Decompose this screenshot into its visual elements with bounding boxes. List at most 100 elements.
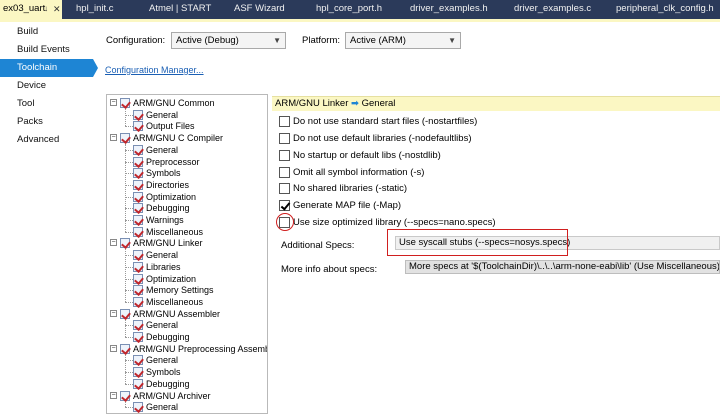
highlight-circle <box>276 213 294 231</box>
chevron-down-icon: ▼ <box>448 36 456 45</box>
tool-settings-tree: − ARM/GNU Common General Output Files − ARM/G… <box>106 94 268 414</box>
more-info-specs-value: More specs at '$(ToolchainDir)\..\..\arm… <box>409 261 720 272</box>
platform-value: Active (ARM) <box>350 35 406 46</box>
checkbox[interactable] <box>279 133 290 144</box>
checkbox[interactable] <box>279 167 290 178</box>
tree-connector <box>125 383 133 385</box>
chevron-down-icon: ▼ <box>273 36 281 45</box>
tree-connector <box>125 249 126 302</box>
tab-driver-examples-h[interactable]: driver_examples.h <box>410 0 488 19</box>
tree-connector <box>125 372 133 374</box>
tree-item-label: General <box>146 320 179 331</box>
option-label: No startup or default libs (-nostdlib) <box>293 150 441 161</box>
arrow-right-icon: ➡ <box>351 98 359 109</box>
tree-item-label: General <box>146 402 179 413</box>
tab-hpl-init-c[interactable]: hpl_init.c <box>76 0 114 19</box>
tab-driver-examples-c[interactable]: driver_examples.c <box>514 0 591 19</box>
tree-connector <box>125 231 133 233</box>
page-settings-icon <box>133 215 143 225</box>
page-settings-icon <box>133 355 143 366</box>
pin-icon[interactable]: ↓ <box>44 0 48 18</box>
tree-item-label: Output Files <box>146 121 195 132</box>
collapse-icon[interactable]: − <box>110 344 117 352</box>
tree-item-label: Debugging <box>146 203 190 214</box>
platform-select[interactable]: Active (ARM) ▼ <box>345 32 461 49</box>
tree-connector <box>125 196 133 198</box>
toolchain-settings-panel: Configuration: Active (Debug) ▼ Platform… <box>98 22 720 414</box>
tree-item-label: Miscellaneous <box>146 226 204 237</box>
tree-connector <box>125 173 133 175</box>
collapse-icon[interactable]: − <box>110 309 117 317</box>
page-settings-icon <box>133 144 143 155</box>
tool-settings-icon <box>120 98 130 108</box>
nav-item-advanced[interactable]: Advanced <box>0 131 95 149</box>
tree-connector <box>125 290 133 292</box>
configuration-select[interactable]: Active (Debug) ▼ <box>171 32 286 49</box>
project-properties-nav: Build Build Events Toolchain Device Tool… <box>0 22 98 414</box>
tree-item-label: Directories <box>146 179 190 190</box>
page-settings-icon <box>133 320 143 331</box>
page-settings-icon <box>133 250 143 261</box>
tree-item-label: General <box>146 250 179 261</box>
tree-item-label: Warnings <box>146 215 184 225</box>
tab-ex03-uart[interactable]: ex03_uart ↓ ✕ <box>0 0 62 19</box>
checkbox[interactable] <box>279 116 290 127</box>
page-settings-icon <box>133 203 143 214</box>
tab-hpl-core-port-h[interactable]: hpl_core_port.h <box>316 0 382 19</box>
more-info-specs-label: More info about specs: <box>281 264 378 275</box>
tab-peripheral-clk-config-h[interactable]: peripheral_clk_config.h <box>616 0 714 19</box>
tool-settings-icon <box>120 343 130 354</box>
nav-item-build[interactable]: Build <box>0 23 95 41</box>
page-settings-icon <box>133 378 143 389</box>
tree-connector <box>125 319 126 337</box>
nav-item-toolchain[interactable]: Toolchain <box>0 59 93 77</box>
nav-item-device[interactable]: Device <box>0 77 95 95</box>
collapse-icon[interactable]: − <box>110 239 117 247</box>
tree-item-label: Memory Settings <box>146 285 214 296</box>
tree-connector <box>125 126 133 128</box>
tree-connector <box>125 360 133 362</box>
nav-item-tool[interactable]: Tool <box>0 95 95 113</box>
page-settings-icon <box>133 121 143 132</box>
checkbox[interactable] <box>279 183 290 194</box>
tree-group-label: ARM/GNU Assembler <box>133 308 221 319</box>
additional-specs-label: Additional Specs: <box>281 240 355 251</box>
configuration-manager-link[interactable]: Configuration Manager... <box>105 65 204 75</box>
more-info-specs-field: More specs at '$(ToolchainDir)\..\..\arm… <box>405 260 720 274</box>
page-settings-icon <box>133 226 143 237</box>
tree-item-label: General <box>146 109 179 120</box>
checkbox[interactable] <box>279 150 290 161</box>
tree-connector <box>125 255 133 257</box>
nav-item-build-events[interactable]: Build Events <box>0 41 95 59</box>
breadcrumb-page: General <box>361 98 396 109</box>
tree-connector <box>125 109 126 127</box>
tree-connector <box>125 325 133 327</box>
tree-connector <box>125 144 126 232</box>
tab-atmel-start[interactable]: Atmel | START <box>149 0 211 19</box>
collapse-icon[interactable]: − <box>110 99 117 106</box>
tree-item-label: Libraries <box>146 261 181 272</box>
tool-settings-icon <box>120 390 130 401</box>
nav-item-packs[interactable]: Packs <box>0 113 95 131</box>
tree-connector <box>125 161 133 163</box>
tab-asf-wizard[interactable]: ASF Wizard <box>234 0 285 19</box>
collapse-icon[interactable]: − <box>110 134 117 142</box>
tree-item-label: Optimization <box>146 191 197 202</box>
collapse-icon[interactable]: − <box>110 391 117 399</box>
tree-item-label: General <box>146 355 179 366</box>
configuration-value: Active (Debug) <box>176 35 239 46</box>
page-settings-icon <box>133 285 143 296</box>
tree-connector <box>125 266 133 268</box>
page-settings-icon <box>133 156 143 167</box>
breadcrumb: ARM/GNU Linker ➡ General <box>272 96 720 111</box>
page-settings-icon <box>133 109 143 120</box>
tree-connector <box>125 114 133 116</box>
option-label: No shared libraries (-static) <box>293 183 408 194</box>
checkbox[interactable] <box>279 200 290 211</box>
close-icon[interactable]: ✕ <box>53 0 61 18</box>
tree-item-label: Preprocessor <box>146 156 200 167</box>
page-settings-icon <box>133 332 143 342</box>
option-label: Generate MAP file (-Map) <box>293 200 402 211</box>
tree-connector <box>125 407 133 409</box>
tree-group-label: ARM/GNU C Compiler <box>133 133 224 144</box>
